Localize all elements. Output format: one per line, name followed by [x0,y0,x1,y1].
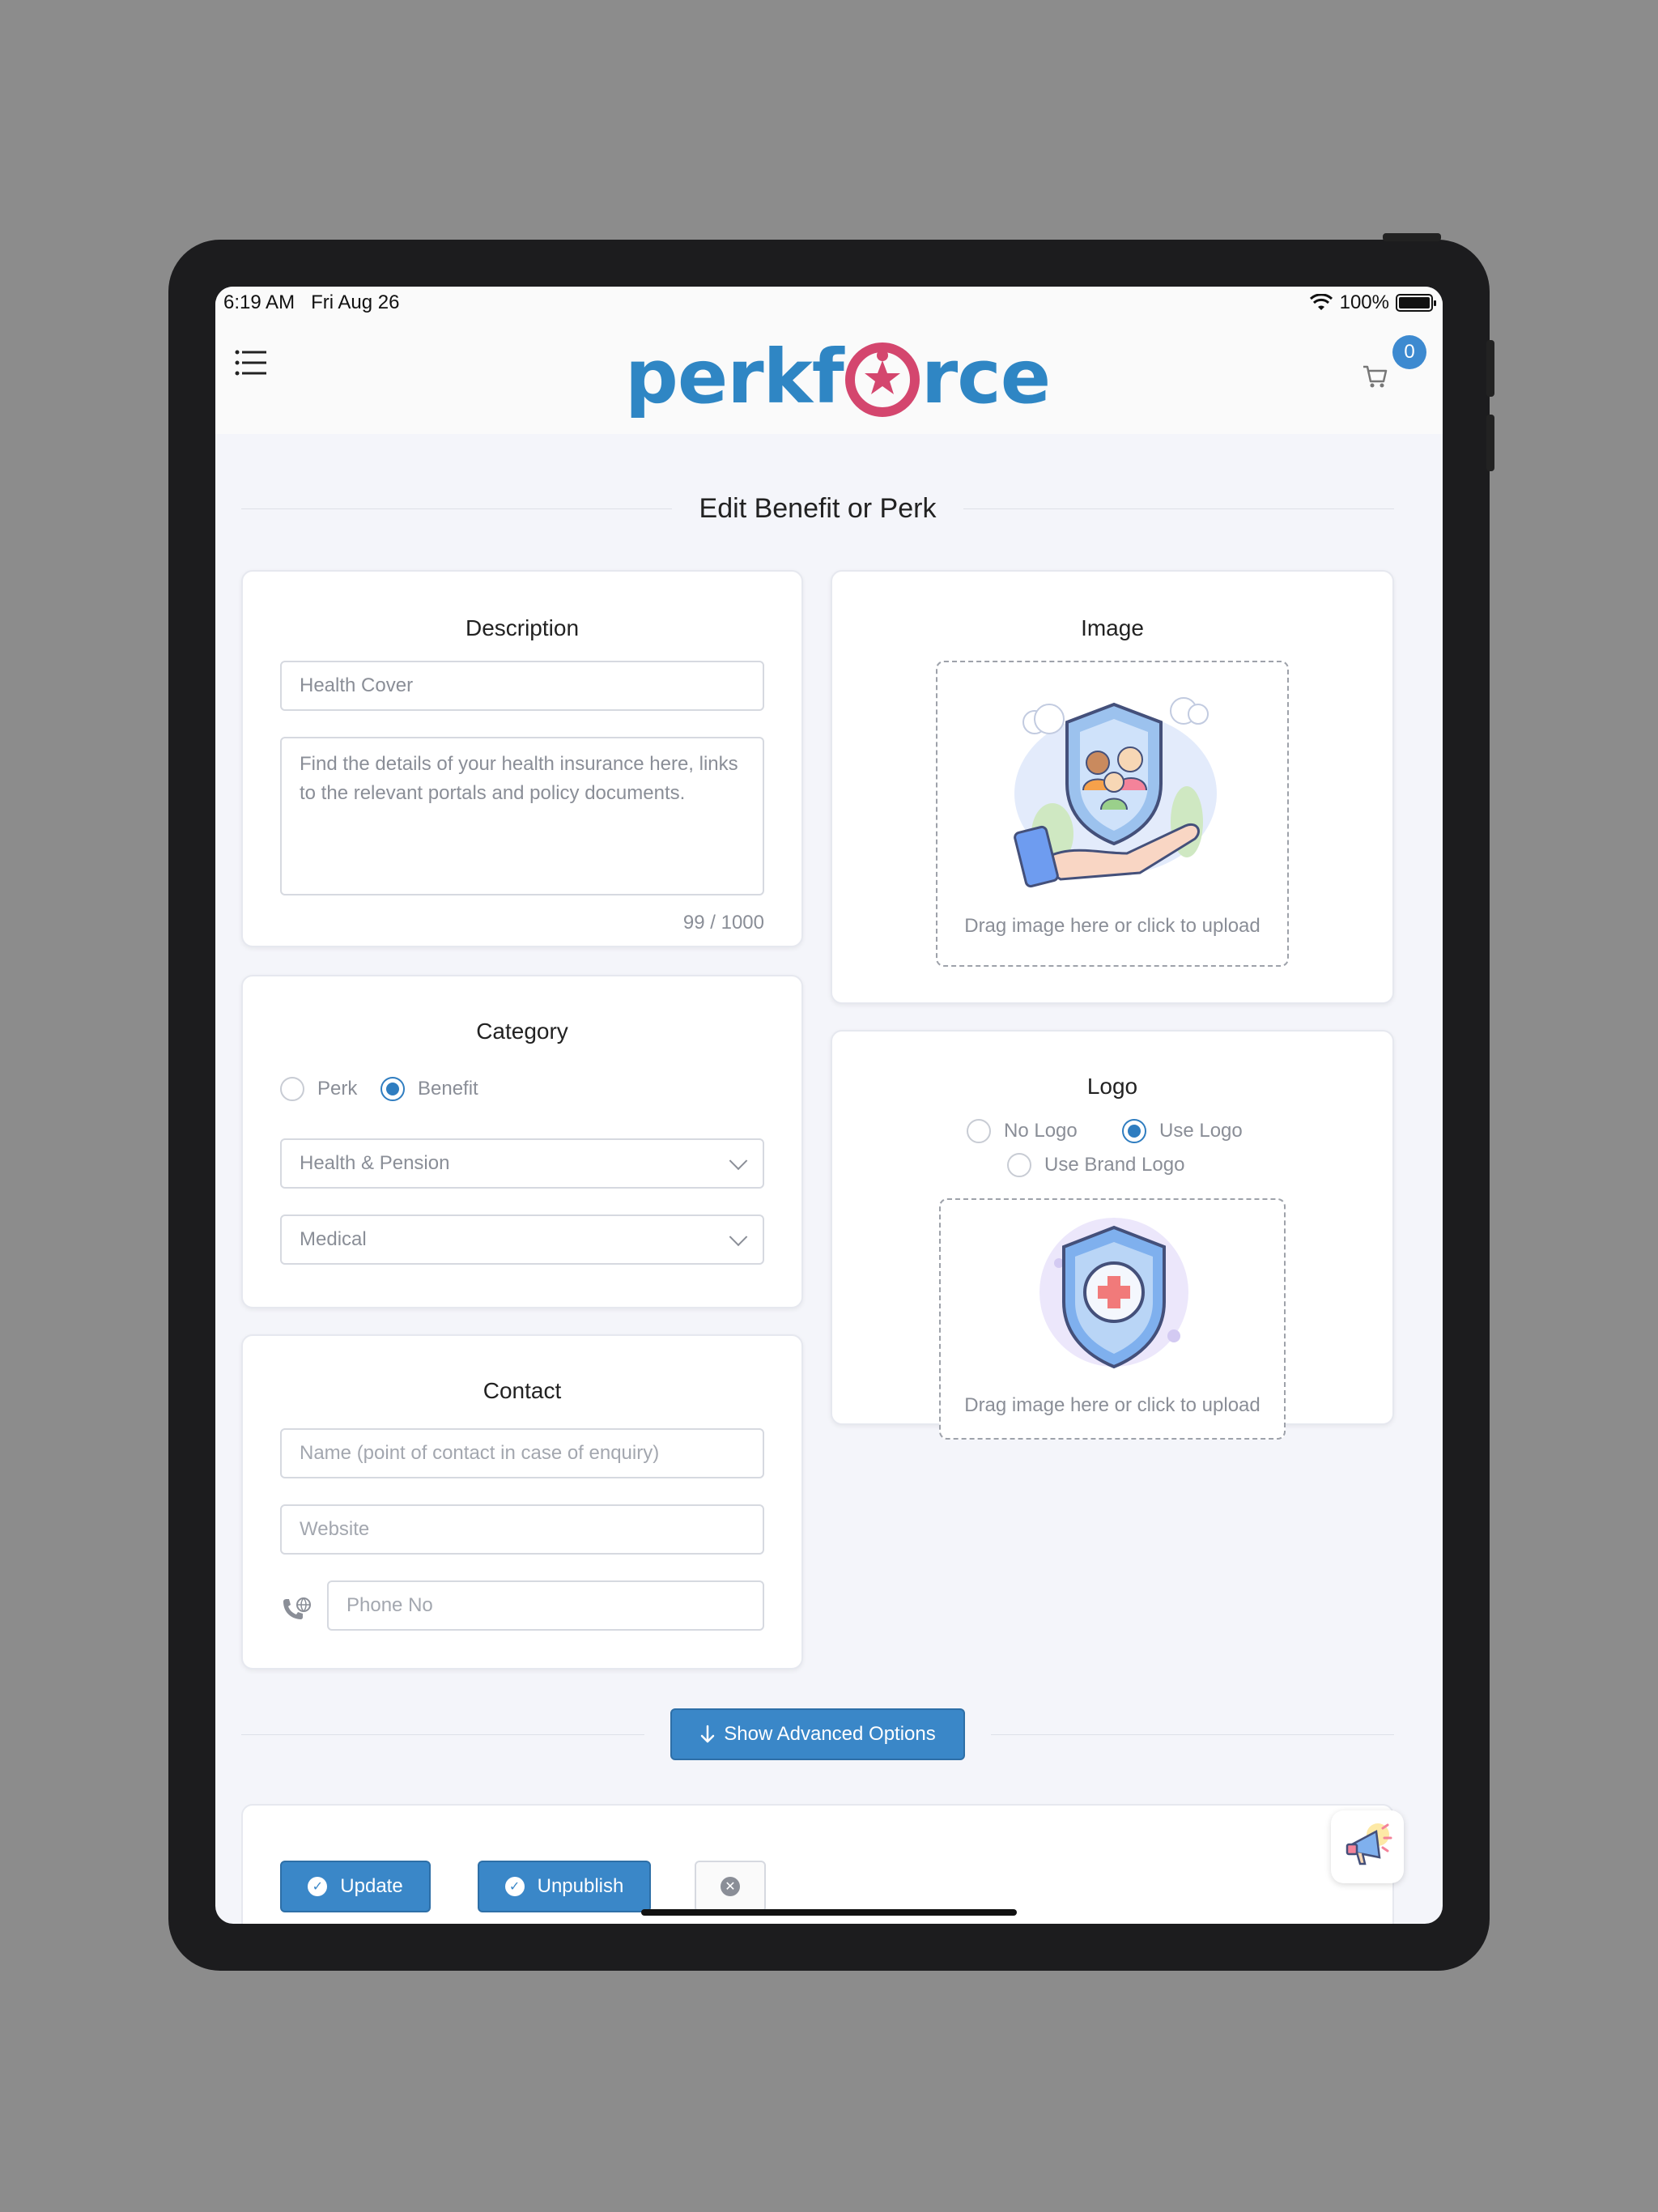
contact-name-input[interactable]: Name (point of contact in case of enquir… [280,1428,764,1478]
logo-dropzone-text: Drag image here or click to upload [964,1394,1261,1416]
radio-use-brand-logo[interactable]: Use Brand Logo [1007,1153,1184,1177]
status-time: 6:19 AM Fri Aug 26 [223,291,400,313]
perkforce-logo[interactable]: perkf rce [625,332,1051,421]
check-circle-icon: ✓ [308,1877,328,1896]
chevron-down-icon [729,1227,748,1247]
close-circle-icon: ✕ [721,1877,740,1896]
divider [241,508,672,509]
screen: 6:19 AM Fri Aug 26 100% perkf rce 0 Edit… [215,287,1443,1924]
radio-no-logo-label: No Logo [1004,1120,1078,1142]
logo-star-mark [844,342,920,417]
divider [241,1733,644,1735]
image-title: Image [1081,615,1144,640]
image-card: Image Drag image here or click to upload [831,570,1394,1004]
radio-no-logo[interactable]: No Logo [967,1119,1078,1143]
status-indicators: 100% [1309,291,1436,314]
battery-percent: 100% [1339,291,1389,313]
arrow-down-icon [700,1725,715,1743]
actions-card: ✓ Update ✓ Unpublish ✕ [241,1804,1394,1924]
image-dropzone-text: Drag image here or click to upload [964,915,1261,937]
home-indicator [641,1909,1017,1916]
divider [963,508,1395,509]
unpublish-label: Unpublish [537,1875,624,1897]
category-select[interactable]: Health & Pension [280,1138,764,1189]
contact-card: Contact Name (point of contact in case o… [241,1334,803,1670]
top-button [1383,233,1441,241]
radio-perk[interactable]: Perk [280,1077,357,1101]
radio-use-logo[interactable]: Use Logo [1122,1119,1243,1143]
radio-use-logo-label: Use Logo [1159,1120,1243,1142]
megaphone-icon [1346,1823,1392,1865]
category-title: Category [476,1019,568,1044]
wifi-icon [1309,294,1333,310]
unpublish-button[interactable]: ✓ Unpublish [478,1861,651,1912]
radio-perk-label: Perk [317,1078,358,1100]
chevron-down-icon [729,1151,748,1171]
description-title: Description [465,615,580,640]
phone-input[interactable]: Phone No [327,1580,764,1631]
radio-perk-circle[interactable] [280,1077,304,1101]
radio-benefit[interactable]: Benefit [380,1077,478,1101]
app-header: perkf rce 0 [215,316,1443,434]
contact-title: Contact [483,1378,562,1403]
cart-count-badge[interactable]: 0 [1392,335,1426,369]
subcategory-select[interactable]: Medical [280,1214,764,1265]
radio-benefit-label: Benefit [418,1078,478,1100]
subcategory-select-value: Medical [300,1228,367,1250]
page-title: Edit Benefit or Perk [699,492,937,524]
logo-dropzone[interactable]: Drag image here or click to upload [939,1198,1286,1440]
radio-use-logo-circle[interactable] [1122,1119,1146,1143]
benefit-name-input[interactable]: Health Cover [280,661,764,711]
divider [991,1733,1394,1735]
feedback-button[interactable] [1331,1810,1404,1883]
volume-down-button [1486,415,1494,471]
description-card: Description Health Cover Find the detail… [241,570,803,947]
advanced-options-row: Show Advanced Options [241,1708,1394,1760]
logo-card: Logo No Logo Use Logo Use Brand Logo Dra… [831,1030,1394,1440]
logo-title: Logo [1086,1074,1138,1099]
image-dropzone[interactable]: Drag image here or click to upload [936,661,1289,967]
radio-benefit-circle[interactable] [380,1077,405,1101]
radio-use-brand-logo-label: Use Brand Logo [1044,1154,1185,1176]
health-family-shield-illustration [1014,697,1217,888]
category-card: Category Perk Benefit Health & Pension M… [241,975,803,1308]
show-advanced-options-button[interactable]: Show Advanced Options [670,1708,965,1760]
medical-shield-logo-illustration [1039,1218,1188,1369]
battery-icon [1396,294,1436,312]
cart-icon[interactable] [1362,363,1389,390]
check-circle-icon: ✓ [504,1877,525,1896]
radio-no-logo-circle[interactable] [967,1119,991,1143]
category-select-value: Health & Pension [300,1152,450,1174]
show-advanced-options-label: Show Advanced Options [724,1723,936,1745]
website-input[interactable]: Website [280,1504,764,1555]
character-counter: 99 / 1000 [682,912,764,934]
benefit-description-textarea[interactable]: Find the details of your health insuranc… [280,737,764,895]
phone-globe-icon [283,1597,311,1619]
page-title-row: Edit Benefit or Perk [241,487,1395,530]
radio-use-brand-logo-circle[interactable] [1007,1153,1031,1177]
hamburger-menu-icon[interactable] [233,345,269,381]
volume-up-button [1486,340,1494,397]
cancel-button[interactable]: ✕ [695,1861,766,1912]
update-label: Update [340,1875,403,1897]
update-button[interactable]: ✓ Update [280,1861,431,1912]
status-bar: 6:19 AM Fri Aug 26 100% [215,287,1443,316]
